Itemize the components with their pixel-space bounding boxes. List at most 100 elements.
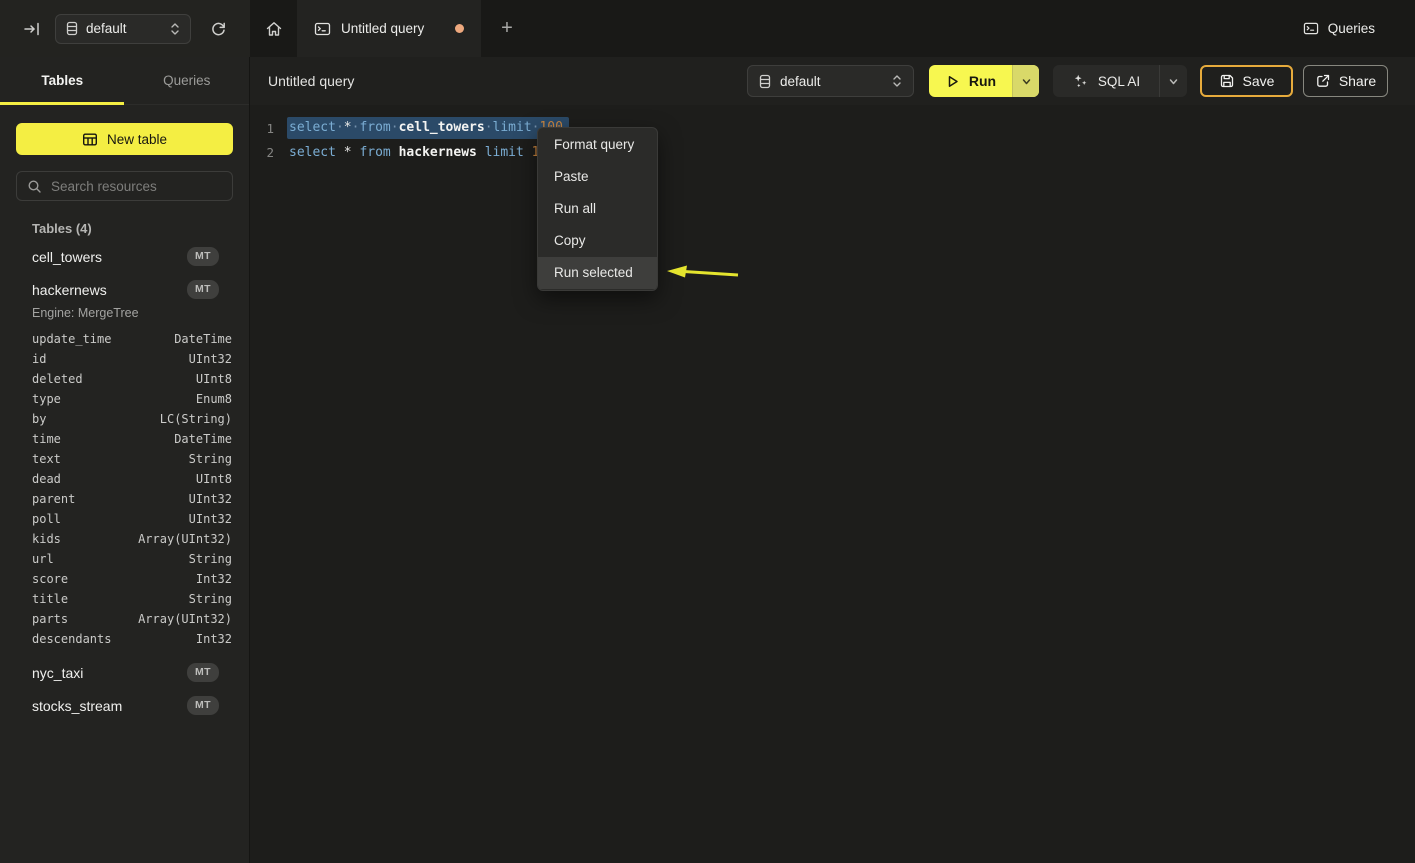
tables-section-title: Tables (4)	[32, 219, 92, 239]
terminal-icon	[1303, 21, 1319, 36]
sql-ai-button[interactable]: SQL AI	[1053, 65, 1159, 97]
column-type: String	[189, 592, 232, 606]
play-icon	[945, 74, 960, 89]
line-number: 2	[250, 145, 274, 160]
column-row: titleString	[32, 589, 232, 609]
new-table-button[interactable]: New table	[16, 123, 233, 155]
context-menu: Format queryPasteRun allCopyRun selected	[537, 127, 658, 291]
sql-editor[interactable]: 1select·*·from·cell_towers·limit·1002sel…	[250, 105, 1415, 863]
token-op: *	[344, 145, 352, 160]
menu-item-run-selected[interactable]: Run selected	[538, 257, 657, 289]
column-type: Int32	[196, 632, 232, 646]
column-name: update_time	[32, 332, 111, 346]
sidebar-tabs: Tables Queries	[0, 57, 249, 105]
sidebar-tab-queries[interactable]: Queries	[125, 57, 250, 104]
column-row: descendantsInt32	[32, 629, 232, 649]
tab-label: Untitled query	[341, 21, 424, 36]
engine-badge: MT	[187, 696, 219, 715]
database-selector-value: default	[86, 21, 127, 36]
token-tbl: hackernews	[399, 145, 477, 160]
selected-code: select·*·from·cell_towers·limit·100	[287, 117, 569, 139]
new-table-label: New table	[107, 132, 167, 147]
share-icon	[1315, 73, 1331, 89]
table-row[interactable]: hackernews MT	[0, 273, 249, 306]
column-row: scoreInt32	[32, 569, 232, 589]
token-tbl: cell_towers	[399, 120, 485, 135]
tab-untitled-query[interactable]: Untitled query	[297, 0, 481, 57]
queries-button[interactable]: Queries	[1303, 0, 1375, 57]
table-row[interactable]: nyc_taxiMT	[0, 656, 249, 689]
code-line[interactable]: 1select·*·from·cell_towers·limit·100	[250, 116, 1415, 140]
search-input[interactable]: Search resources	[16, 171, 233, 201]
column-type: String	[189, 552, 232, 566]
column-row: idUInt32	[32, 349, 232, 369]
main-area: Untitled query default	[250, 57, 1415, 863]
whitespace	[524, 145, 532, 160]
query-title: Untitled query	[268, 57, 354, 105]
column-row: deadUInt8	[32, 469, 232, 489]
refresh-icon	[210, 20, 227, 37]
save-button[interactable]: Save	[1200, 65, 1293, 97]
new-tab-button[interactable]: +	[486, 0, 528, 57]
column-name: id	[32, 352, 46, 366]
column-name: parts	[32, 612, 68, 626]
tables-list: cell_towersMThackernewsMTEngine: MergeTr…	[0, 240, 249, 722]
refresh-button[interactable]	[205, 16, 231, 42]
token-kw: from	[359, 145, 390, 160]
run-options-button[interactable]	[1012, 65, 1039, 97]
whitespace: ·	[336, 120, 344, 135]
save-icon	[1219, 73, 1235, 89]
run-button[interactable]: Run	[929, 65, 1012, 97]
table-name: hackernews	[32, 282, 107, 298]
column-name: text	[32, 452, 61, 466]
table-name: cell_towers	[32, 249, 102, 265]
sidebar-tab-tables[interactable]: Tables	[0, 57, 125, 104]
column-row: kidsArray(UInt32)	[32, 529, 232, 549]
menu-item-format-query[interactable]: Format query	[538, 129, 657, 161]
terminal-icon	[314, 21, 331, 37]
top-bar-left: default	[0, 0, 250, 57]
table-row[interactable]: stocks_stream MT	[0, 689, 249, 722]
column-type: Array(UInt32)	[138, 612, 232, 626]
menu-item-copy[interactable]: Copy	[538, 225, 657, 257]
engine-badge: MT	[187, 663, 219, 682]
sparkles-icon	[1072, 73, 1089, 90]
collapse-sidebar-button[interactable]	[20, 17, 44, 41]
database-icon	[758, 74, 772, 89]
column-name: score	[32, 572, 68, 586]
code-line[interactable]: 2select * from hackernews limit 100	[250, 140, 1415, 164]
column-row: url String	[32, 549, 232, 569]
column-row: parts Array(UInt32)	[32, 609, 232, 629]
column-name: by	[32, 412, 46, 426]
query-database-selector[interactable]: default	[747, 65, 914, 97]
database-selector[interactable]: default	[55, 14, 191, 44]
sql-ai-options-button[interactable]	[1159, 65, 1187, 97]
column-type: LC(String)	[160, 412, 232, 426]
collapse-sidebar-icon	[23, 20, 41, 38]
column-type: Array(UInt32)	[138, 532, 232, 546]
column-type: String	[189, 452, 232, 466]
column-type: DateTime	[174, 332, 232, 346]
sql-ai-button-group: SQL AI	[1053, 65, 1187, 97]
home-button[interactable]	[250, 0, 297, 57]
engine-badge: MT	[187, 280, 219, 299]
token-kw: select	[289, 145, 336, 160]
whitespace	[477, 145, 485, 160]
column-type: UInt32	[189, 512, 232, 526]
column-name: url	[32, 552, 54, 566]
table-name: stocks_stream	[32, 698, 122, 714]
share-button[interactable]: Share	[1303, 65, 1388, 97]
menu-item-run-all[interactable]: Run all	[538, 193, 657, 225]
column-name: parent	[32, 492, 75, 506]
table-row[interactable]: cell_towersMT	[0, 240, 249, 273]
column-type: UInt8	[196, 472, 232, 486]
column-type: DateTime	[174, 432, 232, 446]
sidebar: Tables Queries New table Search resource…	[0, 57, 250, 863]
column-name: poll	[32, 512, 61, 526]
code-lines: 1select·*·from·cell_towers·limit·1002sel…	[250, 116, 1415, 164]
token-op: *	[344, 120, 352, 135]
column-name: time	[32, 432, 61, 446]
active-tab-underline	[0, 102, 124, 105]
menu-item-paste[interactable]: Paste	[538, 161, 657, 193]
table-columns: update_timeDateTimeidUInt32deletedUInt8t…	[32, 329, 232, 649]
